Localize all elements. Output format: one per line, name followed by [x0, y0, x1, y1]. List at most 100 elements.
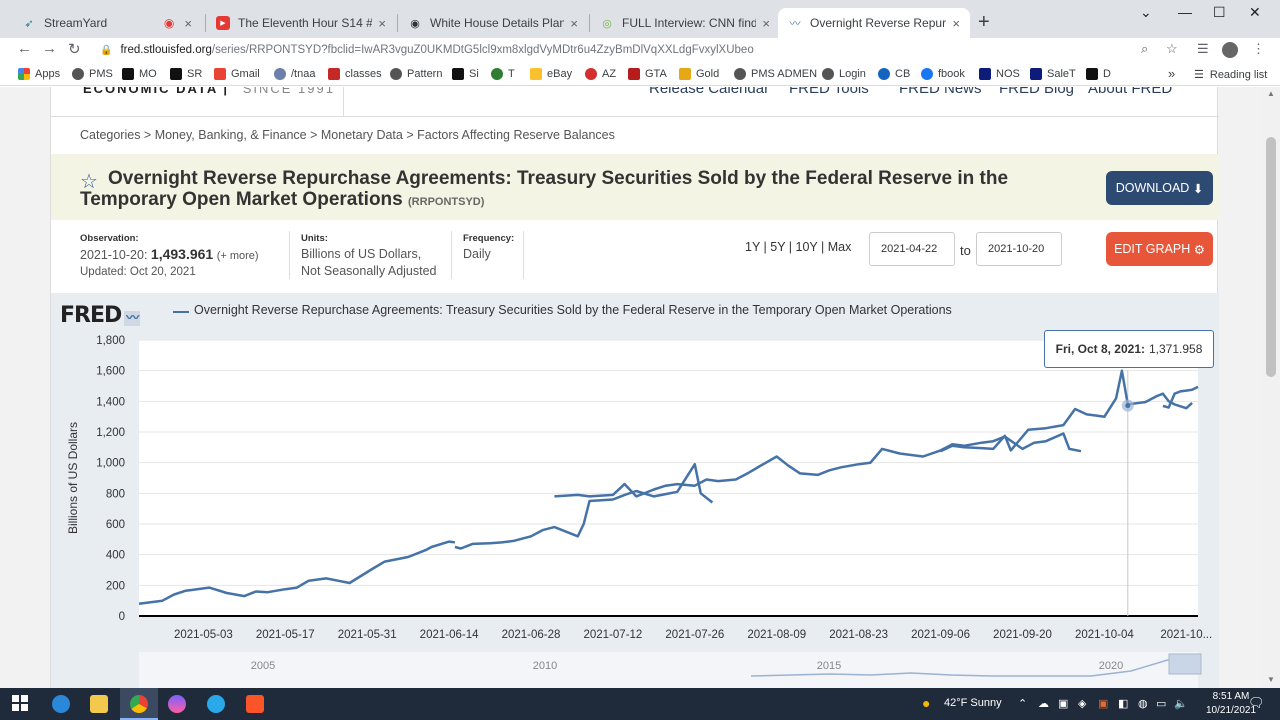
bookmark-ebay[interactable]: eBay — [530, 68, 572, 80]
reading-list-icon[interactable]: ☰ — [1197, 41, 1209, 57]
nav-release-calendar[interactable]: Release Calendar — [649, 87, 769, 97]
bookmark-gmail[interactable]: Gmail — [214, 68, 260, 80]
scroll-up-icon[interactable]: ▲ — [1267, 89, 1275, 98]
bookmark-sr[interactable]: SR — [170, 68, 202, 80]
nav-fred-tools[interactable]: FRED Tools — [789, 87, 869, 97]
maximize-icon[interactable]: ☐ — [1213, 4, 1226, 21]
tray-app-icon[interactable]: ◍ — [1138, 697, 1148, 710]
vertical-scrollbar[interactable]: ▲ ▼ — [1262, 87, 1280, 688]
new-tab-icon[interactable]: + — [978, 11, 990, 34]
network-icon[interactable]: ▭ — [1156, 697, 1166, 710]
reading-list-icon: ☰ — [1194, 69, 1204, 81]
scrollbar-thumb[interactable] — [1266, 137, 1276, 377]
bookmark-si[interactable]: Si — [452, 68, 479, 80]
tab-cnn-interview[interactable]: ◎ FULL Interview: CNN finds out th × — [590, 8, 780, 38]
tab-white-house[interactable]: ◉ White House Details Plan To "Qu × — [398, 8, 588, 38]
nav-fred-blog[interactable]: FRED Blog — [999, 87, 1074, 97]
nav-fred-news[interactable]: FRED News — [899, 87, 982, 97]
bookmark-gold[interactable]: Gold — [679, 68, 719, 80]
y-tick-label: 1,600 — [96, 366, 125, 378]
bookmark-fbook[interactable]: fbook — [921, 68, 965, 80]
bookmark-salet[interactable]: SaleT — [1030, 68, 1076, 80]
address-bar[interactable]: 🔒 fred.stlouisfed.org/series/RRPONTSYD?fb… — [96, 39, 1168, 61]
end-date-input[interactable]: 2021-10-20 — [976, 232, 1062, 266]
bookmark-login[interactable]: Login — [822, 68, 866, 80]
more-link[interactable]: (+ more) — [217, 250, 259, 262]
brave-icon[interactable] — [246, 695, 264, 713]
tab-eleventh-hour[interactable]: ▶ The Eleventh Hour S14 #12 - You × — [206, 8, 396, 38]
tray-chevron-icon[interactable]: ⌃ — [1018, 697, 1027, 710]
navigator-year-label: 2010 — [533, 660, 557, 672]
close-window-icon[interactable]: ✕ — [1249, 4, 1261, 21]
recording-icon: ◉ — [163, 16, 175, 30]
close-tab-icon[interactable]: × — [952, 16, 960, 31]
more-bookmarks-icon[interactable]: » — [1168, 66, 1175, 81]
tray-app-icon[interactable]: ◧ — [1118, 697, 1128, 710]
avatar[interactable] — [1222, 42, 1238, 58]
tooltip-value: 1,371.958 — [1148, 342, 1203, 356]
close-tab-icon[interactable]: × — [378, 16, 386, 31]
windows-start-icon[interactable] — [12, 695, 30, 713]
close-tab-icon[interactable]: × — [184, 16, 192, 31]
bookmark-pms-admen[interactable]: PMS ADMEN — [734, 68, 817, 80]
bookmark-az[interactable]: AZ — [585, 68, 616, 80]
edge-icon[interactable] — [52, 695, 70, 713]
forward-arrow-icon[interactable]: → — [42, 40, 57, 57]
zoom-icon[interactable]: ⌕ — [1141, 41, 1148, 57]
tray-app-icon[interactable]: ◈ — [1078, 697, 1086, 710]
tab-fred-active[interactable]: 〰 Overnight Reverse Repurchase A × — [778, 8, 970, 38]
globe-icon — [72, 68, 84, 80]
tab-streamyard[interactable]: ➶ StreamYard ◉ × — [12, 8, 202, 38]
y-tick-label: 200 — [106, 580, 125, 592]
bookmark-gta[interactable]: GTA — [628, 68, 667, 80]
facebook-icon — [921, 68, 933, 80]
navigator-year-label: 2005 — [251, 660, 275, 672]
breadcrumb[interactable]: Categories > Money, Banking, & Finance >… — [80, 128, 615, 142]
reading-list-button[interactable]: ☰ Reading list — [1194, 68, 1267, 82]
range-selector[interactable]: 1Y | 5Y | 10Y | Max — [745, 240, 851, 254]
bookmark-tnaa[interactable]: /tnaa — [274, 68, 315, 80]
bookmark-cb[interactable]: CB — [878, 68, 910, 80]
telegram-icon[interactable] — [207, 695, 225, 713]
bookmark-classes[interactable]: classes — [328, 68, 382, 80]
chrome-taskbar-button[interactable] — [120, 688, 158, 720]
bookmark-star-icon[interactable]: ☆ — [1166, 41, 1178, 57]
bookmark-pattern[interactable]: Pattern — [390, 68, 442, 80]
chevron-down-icon[interactable]: ⌄ — [1140, 4, 1152, 21]
plot-background — [139, 340, 1198, 616]
download-button[interactable]: DOWNLOAD ⬇ — [1106, 171, 1213, 205]
start-date-input[interactable]: 2021-04-22 — [869, 232, 955, 266]
file-explorer-icon[interactable] — [90, 695, 108, 713]
y-tick-label: 1,000 — [96, 458, 125, 470]
volume-icon[interactable]: 🔈 — [1174, 697, 1188, 710]
notifications-icon[interactable]: 🗨 — [1248, 695, 1265, 711]
bookmark-apps[interactable]: Apps — [18, 68, 60, 80]
more-menu-icon[interactable]: ⋮ — [1252, 41, 1265, 57]
weather-sun-icon[interactable]: ● — [922, 695, 930, 711]
scroll-down-icon[interactable]: ▼ — [1267, 675, 1275, 684]
tray-cloud-icon[interactable]: ☁ — [1038, 697, 1049, 710]
tray-app-icon[interactable]: ▣ — [1058, 697, 1068, 710]
minimize-icon[interactable]: — — [1178, 4, 1192, 20]
close-tab-icon[interactable]: × — [762, 16, 770, 31]
back-arrow-icon[interactable]: ← — [17, 40, 32, 57]
bookmark-pms[interactable]: PMS — [72, 68, 113, 80]
close-tab-icon[interactable]: × — [570, 16, 578, 31]
nav-about-fred[interactable]: About FRED — [1088, 87, 1172, 97]
weather-text[interactable]: 42°F Sunny — [944, 697, 1002, 709]
x-tick-label: 2021-05-03 — [174, 629, 233, 641]
edit-graph-button[interactable]: EDIT GRAPH ⚙ — [1106, 232, 1213, 266]
bookmark-d[interactable]: D — [1086, 68, 1111, 80]
app-icon[interactable] — [168, 695, 186, 713]
y-tick-label: 800 — [106, 488, 125, 500]
bookmark-mo[interactable]: MO — [122, 68, 157, 80]
bookmark-t[interactable]: T — [491, 68, 515, 80]
m-logo-icon — [122, 68, 134, 80]
bookmark-nos[interactable]: NOS — [979, 68, 1020, 80]
y-tick-label: 1,400 — [96, 396, 125, 408]
tray-app-icon[interactable]: ▣ — [1098, 697, 1108, 710]
site-logo[interactable]: ECONOMIC DATA | SINCE 1991 — [83, 87, 335, 96]
x-tick-label: 2021-05-17 — [256, 629, 315, 641]
az-icon — [585, 68, 597, 80]
reload-icon[interactable]: ↻ — [68, 40, 81, 58]
